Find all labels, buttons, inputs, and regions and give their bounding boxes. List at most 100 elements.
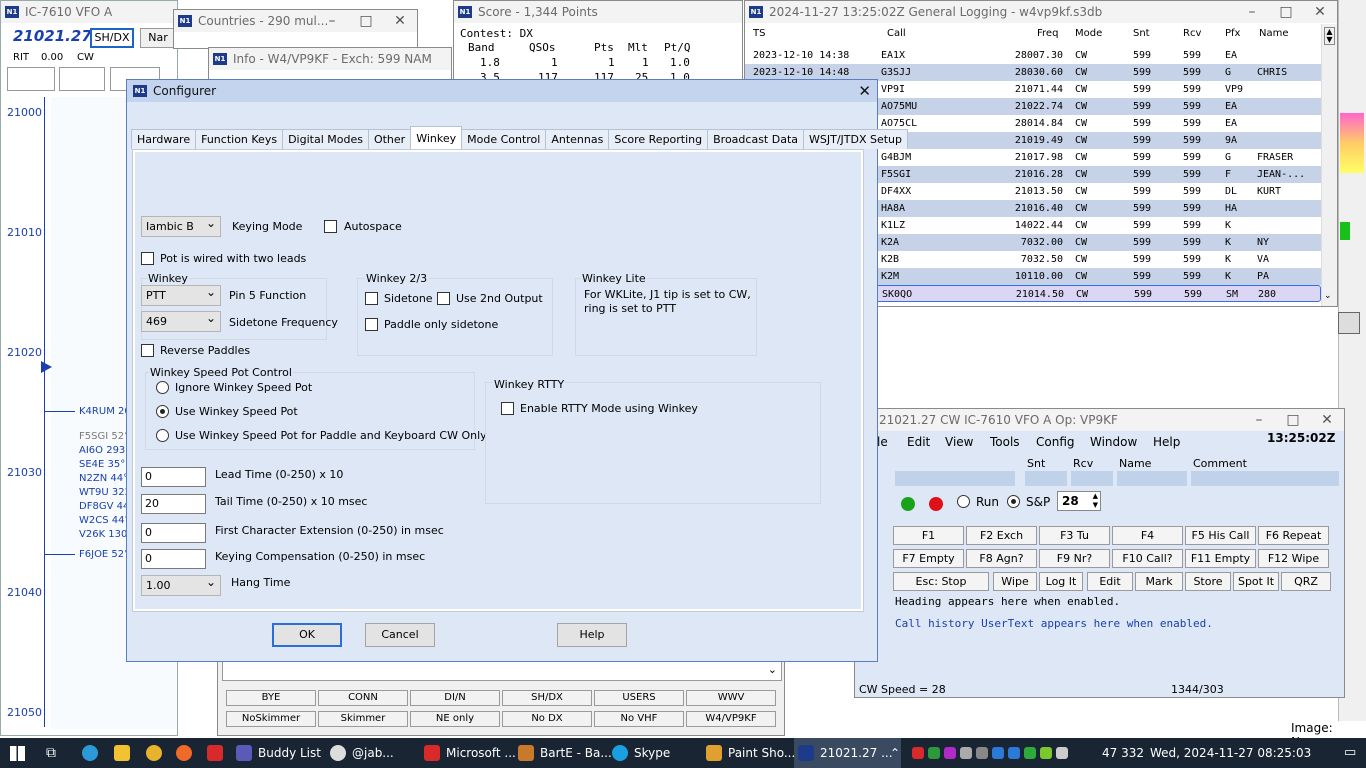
function-key[interactable]: Store	[1185, 572, 1231, 591]
sp-radio[interactable]	[1007, 495, 1020, 508]
taskbar-jabber[interactable]: @jab...	[330, 738, 394, 768]
telnet-button[interactable]: W4/VP9KF	[686, 711, 776, 727]
function-key[interactable]: F1	[893, 526, 964, 545]
minimize-icon[interactable]: –	[1235, 1, 1269, 23]
function-key[interactable]: Spot It	[1233, 572, 1279, 591]
help-button[interactable]: Help	[557, 623, 627, 647]
spot-callsign[interactable]: WT9U 322	[79, 487, 131, 498]
tab-antennas[interactable]: Antennas	[545, 129, 610, 149]
col-ts[interactable]: TS	[753, 28, 765, 39]
col-call[interactable]: Call	[887, 28, 906, 39]
bandmap-box-1[interactable]	[7, 67, 55, 91]
spot-callsign[interactable]: F6JOE 52°	[79, 549, 129, 560]
function-key[interactable]: Edit	[1087, 572, 1133, 591]
menu-view[interactable]: View	[945, 435, 973, 449]
file-explorer-icon[interactable]	[114, 738, 136, 768]
reverse-paddles-checkbox[interactable]	[141, 344, 154, 357]
tab-winkey[interactable]: Winkey	[410, 126, 463, 149]
function-key[interactable]: F12 Wipe	[1258, 549, 1329, 568]
telnet-button[interactable]: No DX	[502, 711, 592, 727]
menu-tools[interactable]: Tools	[990, 435, 1020, 449]
tab-function-keys[interactable]: Function Keys	[195, 129, 284, 149]
col-mode[interactable]: Mode	[1075, 28, 1102, 39]
spot-callsign[interactable]: AI6O 293°	[79, 445, 130, 456]
use-2nd-output-checkbox[interactable]	[437, 292, 450, 305]
taskbar-barte[interactable]: BartE - Ba...	[518, 738, 612, 768]
maximize-icon[interactable]: □	[349, 10, 383, 32]
speed-stepper[interactable]: 28 ▲ ▼	[1057, 491, 1101, 511]
use-speed-pot-radio[interactable]	[156, 405, 169, 418]
telnet-button[interactable]: NE only	[410, 711, 500, 727]
spot-callsign[interactable]: F5SGI 52°	[79, 431, 129, 442]
configurer-titlebar[interactable]: N1 Configurer ✕	[127, 80, 877, 102]
function-key[interactable]: F4	[1112, 526, 1183, 545]
name-input[interactable]	[1117, 471, 1187, 486]
minimize-icon[interactable]: –	[315, 10, 349, 32]
function-key[interactable]: F11 Empty	[1185, 549, 1256, 568]
tab-broadcast-data[interactable]: Broadcast Data	[707, 129, 804, 149]
logging-titlebar[interactable]: N1 2024-11-27 13:25:02Z General Logging …	[745, 1, 1337, 23]
col-pfx[interactable]: Pfx	[1225, 28, 1240, 39]
tab-score-reporting[interactable]: Score Reporting	[608, 129, 709, 149]
cancel-button[interactable]: Cancel	[365, 623, 435, 647]
entry-titlebar[interactable]: 21021.27 CW IC-7610 VFO A Op: VP9KF – □ ✕	[855, 409, 1344, 431]
log-scrollbar[interactable]	[1321, 24, 1337, 306]
scroll-down-icon[interactable]: ⌄	[1324, 291, 1332, 301]
menu-config[interactable]: Config	[1036, 435, 1075, 449]
function-key[interactable]: F5 His Call	[1185, 526, 1256, 545]
telnet-button[interactable]: USERS	[594, 690, 684, 706]
score-titlebar[interactable]: N1 Score - 1,344 Points	[454, 1, 742, 23]
keying-mode-select[interactable]: Iambic B	[141, 214, 221, 237]
tab-other[interactable]: Other	[367, 129, 412, 149]
notifications-icon[interactable]: ▭	[1344, 738, 1356, 768]
telnet-button[interactable]: Skimmer	[318, 711, 408, 727]
col-name[interactable]: Name	[1259, 28, 1289, 39]
ok-button[interactable]: OK	[272, 623, 342, 647]
sidetone-frequency-select[interactable]: 469	[141, 309, 221, 332]
firefox-icon[interactable]	[176, 738, 198, 768]
lead-time-input[interactable]: 0	[141, 467, 206, 487]
ignore-speed-pot-radio[interactable]	[156, 381, 169, 394]
sh-dx-button[interactable]: SH/DX	[90, 28, 134, 48]
spot-callsign[interactable]: V26K 130	[79, 529, 127, 540]
vivaldi-icon[interactable]	[207, 738, 229, 768]
function-key[interactable]: QRZ	[1281, 572, 1331, 591]
paddle-only-sidetone-checkbox[interactable]	[365, 318, 378, 331]
snt-input[interactable]	[1025, 471, 1067, 486]
function-key[interactable]: F10 Call?	[1112, 549, 1183, 568]
tab-wsjt-setup[interactable]: WSJT/JTDX Setup	[803, 129, 909, 149]
spot-callsign[interactable]: N2ZN 44°	[79, 473, 128, 484]
function-key[interactable]: F8 Agn?	[966, 549, 1037, 568]
info-titlebar[interactable]: N1 Info - W4/VP9KF - Exch: 599 NAM	[209, 48, 451, 70]
taskbar-clock[interactable]: Wed, 2024-11-27 08:25:03	[1150, 738, 1311, 768]
comment-input[interactable]	[1191, 471, 1339, 486]
sidetone-checkbox[interactable]	[365, 292, 378, 305]
function-key[interactable]: F6 Repeat	[1258, 526, 1329, 545]
taskbar-microsoft[interactable]: Microsoft ...	[424, 738, 516, 768]
spot-callsign[interactable]: SE4E 35°	[79, 459, 125, 470]
telnet-dropdown[interactable]: ⌄	[222, 661, 782, 681]
hang-time-select[interactable]: 1.00	[141, 573, 221, 596]
run-radio[interactable]	[957, 495, 970, 508]
telnet-button[interactable]: No VHF	[594, 711, 684, 727]
nar-button[interactable]: Nar	[140, 28, 176, 48]
telnet-button[interactable]: SH/DX	[502, 690, 592, 706]
chrome-icon[interactable]	[146, 738, 168, 768]
function-key[interactable]: Log It	[1039, 572, 1083, 591]
function-key[interactable]: F3 Tu	[1039, 526, 1110, 545]
telnet-button[interactable]: NoSkimmer	[226, 711, 316, 727]
col-snt[interactable]: Snt	[1133, 28, 1150, 39]
maximize-icon[interactable]: □	[1269, 1, 1303, 23]
menu-edit[interactable]: Edit	[907, 435, 930, 449]
menu-help[interactable]: Help	[1153, 435, 1180, 449]
taskbar-skype[interactable]: Skype	[612, 738, 670, 768]
tab-digital-modes[interactable]: Digital Modes	[282, 129, 369, 149]
col-rcv[interactable]: Rcv	[1183, 28, 1201, 39]
spot-callsign[interactable]: K4RUM 20	[79, 406, 131, 417]
tail-time-input[interactable]: 20	[141, 494, 206, 514]
tab-mode-control[interactable]: Mode Control	[461, 129, 547, 149]
menu-file[interactable]: le	[877, 435, 888, 449]
first-char-extension-input[interactable]: 0	[141, 523, 206, 543]
start-button[interactable]	[10, 738, 25, 768]
spot-callsign[interactable]: W2CS 44°	[79, 515, 129, 526]
